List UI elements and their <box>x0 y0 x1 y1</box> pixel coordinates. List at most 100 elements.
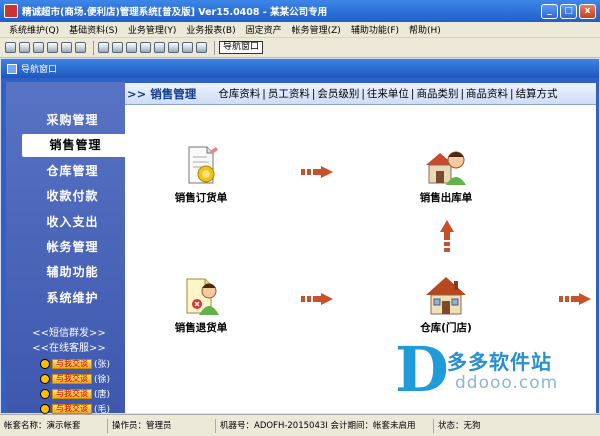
menu-business-reports[interactable]: 业务报表(B) <box>181 23 240 36</box>
toolbar: 导航窗口 <box>0 38 600 58</box>
contact-name: (徐) <box>94 375 111 385</box>
qq-penguin-icon <box>40 358 50 369</box>
sidebar-item-accounts[interactable]: 帐务管理 <box>16 236 129 259</box>
contact-name: (唐) <box>94 390 111 400</box>
flow-arrow-right <box>301 166 333 178</box>
link-partners[interactable]: 往来单位 <box>367 86 409 101</box>
contact-name: (张) <box>94 360 111 370</box>
sidebar-item-purchase[interactable]: 采购管理 <box>16 109 129 132</box>
supplier-icon[interactable] <box>112 42 123 53</box>
customer-icon[interactable] <box>98 42 109 53</box>
warehouse-feature[interactable]: 仓库(门店) <box>391 273 501 335</box>
sales-return-feature[interactable]: 销售退货单 <box>146 273 256 335</box>
menu-business-management[interactable]: 业务管理(Y) <box>123 23 182 36</box>
maximize-button[interactable]: □ <box>560 3 577 19</box>
goods-icon[interactable] <box>126 42 137 53</box>
online-service-link[interactable]: <<在线客服>> <box>14 339 124 354</box>
menu-auxiliary[interactable]: 辅助功能(F) <box>346 23 404 36</box>
link-employee-data[interactable]: 员工资料 <box>268 86 310 101</box>
link-goods-category[interactable]: 商品类别 <box>416 86 458 101</box>
link-separator: | <box>410 87 415 100</box>
link-separator: | <box>460 87 465 100</box>
link-separator: | <box>262 87 266 100</box>
sales-delivery-label: 销售出库单 <box>419 192 473 204</box>
qq-penguin-icon <box>40 373 50 384</box>
qq-penguin-icon <box>40 403 50 414</box>
purchase-icon[interactable] <box>33 42 44 53</box>
section-title: >> 销售管理 <box>127 86 197 101</box>
toolbar-divider <box>93 40 94 55</box>
sidebar-item-receipts-payments[interactable]: 收款付款 <box>16 185 129 208</box>
status-account-set: 帐套名称：演示帐套 <box>0 418 108 433</box>
link-separator: | <box>361 87 365 100</box>
list-icon[interactable] <box>19 42 30 53</box>
sidebar-item-system-maintenance[interactable]: 系统维护 <box>16 287 129 310</box>
exit-icon[interactable] <box>196 42 207 53</box>
sales-icon[interactable] <box>47 42 58 53</box>
status-machine-period: 机器号：ADOFH-2015043I 会计期间：帐套未启用 <box>216 418 434 433</box>
sales-order-feature[interactable]: 销售订货单 <box>146 143 256 205</box>
sales-return-icon <box>179 273 223 317</box>
menu-account-management[interactable]: 帐务管理(Z) <box>287 23 346 36</box>
flow-arrow-right <box>559 293 591 305</box>
link-settlement-method[interactable]: 结算方式 <box>516 86 558 101</box>
link-member-level[interactable]: 会员级别 <box>317 86 359 101</box>
chat-button[interactable]: 与我交谈 <box>52 358 92 369</box>
nav-window-button[interactable]: 导航窗口 <box>219 41 264 54</box>
flow-arrow-up <box>440 220 454 252</box>
sidebar-item-income-expense[interactable]: 收入支出 <box>16 211 129 234</box>
nav-window-title: 导航窗口 <box>21 65 58 75</box>
sales-delivery-icon <box>424 143 468 187</box>
link-warehouse-data[interactable]: 仓库资料 <box>218 86 260 101</box>
link-separator: | <box>311 87 316 100</box>
print-icon[interactable] <box>168 42 179 53</box>
minimize-button[interactable]: _ <box>541 3 558 19</box>
sales-return-label: 销售退货单 <box>174 322 228 334</box>
stock-icon[interactable] <box>61 42 72 53</box>
toolbar-divider <box>214 40 215 55</box>
menu-bar: 系统维护(Q) 基础资料(S) 业务管理(Y) 业务报表(B) 固定资产 帐务管… <box>0 22 600 38</box>
qq-penguin-icon <box>40 388 50 399</box>
qq-contact-row[interactable]: 与我交谈 (唐) <box>40 387 110 400</box>
nav-window-header: 导航窗口 <box>1 59 599 78</box>
quick-links-bar: >> 销售管理 仓库资料 | 员工资料 | 会员级别 | 往来单位 | 商品类别… <box>125 83 596 105</box>
sidebar-item-auxiliary[interactable]: 辅助功能 <box>16 261 129 284</box>
window-icon[interactable] <box>5 42 16 53</box>
link-separator: | <box>510 87 514 100</box>
nav-window-icon <box>7 63 17 74</box>
link-goods-data[interactable]: 商品资料 <box>466 86 508 101</box>
watermark-logo: D <box>395 333 449 406</box>
report-icon[interactable] <box>75 42 86 53</box>
sidebar-item-warehouse[interactable]: 仓库管理 <box>16 160 129 183</box>
calculator-icon[interactable] <box>140 42 151 53</box>
chat-button[interactable]: 与我交谈 <box>52 403 92 414</box>
sales-order-label: 销售订货单 <box>174 192 228 204</box>
chat-button[interactable]: 与我交谈 <box>52 373 92 384</box>
title-bar: 精诚超市(商场.便利店)管理系统[普及版] Ver15.0408 - 某某公司专… <box>0 0 600 22</box>
menu-help[interactable]: 帮助(H) <box>404 23 446 36</box>
save-icon[interactable] <box>154 42 165 53</box>
warehouse-icon <box>424 273 468 317</box>
menu-fixed-assets[interactable]: 固定资产 <box>241 23 287 36</box>
status-operator: 操作员：管理员 <box>108 418 216 433</box>
menu-system-maintenance[interactable]: 系统维护(Q) <box>4 23 64 36</box>
flow-arrow-right <box>301 293 333 305</box>
close-button[interactable]: x <box>579 3 596 19</box>
sidebar-item-sales[interactable]: 销售管理 <box>22 134 129 157</box>
sales-delivery-feature[interactable]: 销售出库单 <box>391 143 501 205</box>
chat-button[interactable]: 与我交谈 <box>52 388 92 399</box>
status-dongle: 状态：无狗 <box>438 420 481 431</box>
sales-order-icon <box>179 143 223 187</box>
sidebar: 采购管理 销售管理 仓库管理 收款付款 收入支出 帐务管理 辅助功能 系统维护 … <box>6 82 129 415</box>
qq-contact-row[interactable]: 与我交谈 (张) <box>40 357 110 370</box>
status-bar: 帐套名称：演示帐套 操作员：管理员 机器号：ADOFH-2015043I 会计期… <box>0 414 600 436</box>
window-title: 精诚超市(商场.便利店)管理系统[普及版] Ver15.0408 - 某某公司专… <box>22 7 328 18</box>
watermark-url: ddooo.com <box>455 373 559 393</box>
menu-basic-data[interactable]: 基础资料(S) <box>64 23 123 36</box>
sms-broadcast-link[interactable]: <<短信群发>> <box>14 324 124 339</box>
app-icon <box>4 4 18 18</box>
help-icon[interactable] <box>182 42 193 53</box>
site-watermark: D 多多软件站 ddooo.com <box>395 333 595 406</box>
watermark-brand: 多多软件站 <box>447 350 552 374</box>
qq-contact-row[interactable]: 与我交谈 (徐) <box>40 372 110 385</box>
